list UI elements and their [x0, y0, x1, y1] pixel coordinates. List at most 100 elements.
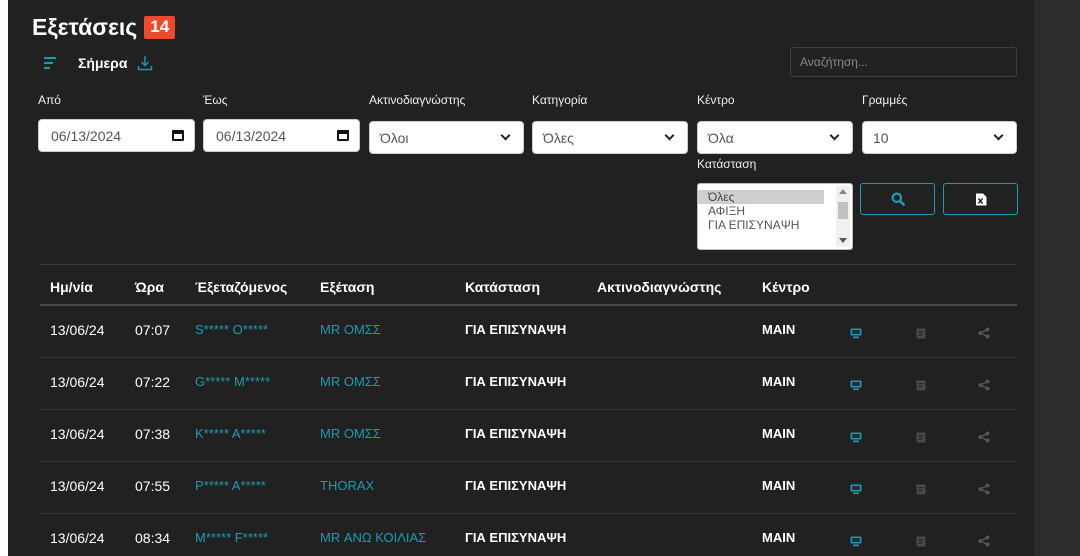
column-header-radiologist[interactable]: Ακτινοδιαγνώστης — [597, 279, 721, 295]
excel-export-button[interactable] — [943, 183, 1018, 215]
chevron-down-icon — [829, 130, 840, 141]
cell-status: ΓΙΑ ΕΠΙΣΥΝΑΨΗ — [465, 322, 567, 337]
today-label[interactable]: Σήμερα — [78, 55, 127, 71]
column-header-status[interactable]: Κατάσταση — [465, 279, 540, 295]
toolbar: Σήμερα — [44, 55, 153, 71]
rows-select-value: 10 — [873, 129, 889, 146]
cell-date: 13/06/24 — [50, 478, 105, 494]
column-header-time[interactable]: Ώρα — [135, 279, 164, 295]
report-document-icon[interactable] — [916, 534, 926, 552]
scroll-down-arrow-icon[interactable] — [839, 238, 847, 243]
search-button[interactable] — [860, 183, 935, 215]
filter-lines-icon[interactable] — [44, 56, 62, 70]
patient-link[interactable]: S***** O***** — [195, 322, 268, 337]
table-row: 13/06/24 07:22 G***** M***** MR ΟΜΣΣ ΓΙΑ ΕΠΙ… — [40, 358, 1017, 410]
scroll-thumb[interactable] — [838, 202, 848, 219]
category-select-value: Όλες — [543, 129, 574, 146]
report-document-icon[interactable] — [916, 430, 926, 448]
table-row: 13/06/24 07:38 K***** A***** MR ΟΜΣΣ ΓΙΑ ΕΠΙ… — [40, 410, 1017, 462]
category-select[interactable]: Όλες — [532, 121, 688, 154]
column-header-date[interactable]: Ημ/νία — [50, 279, 93, 295]
search-icon — [891, 192, 905, 206]
scroll-up-arrow-icon[interactable] — [839, 189, 847, 194]
patient-link[interactable]: M***** F***** — [195, 530, 268, 545]
cell-time: 07:38 — [135, 426, 171, 442]
cell-center: MAIN — [762, 478, 796, 493]
rows-select[interactable]: 10 — [862, 121, 1017, 154]
column-header-center[interactable]: Κέντρο — [762, 279, 810, 295]
status-listbox[interactable]: Όλες ΑΦΙΞΗ ΓΙΑ ΕΠΙΣΥΝΑΨΗ — [697, 183, 853, 250]
cell-center: MAIN — [762, 374, 796, 389]
chevron-down-icon — [664, 130, 675, 141]
patient-link[interactable]: P***** A***** — [195, 478, 266, 493]
cell-center: MAIN — [762, 322, 796, 337]
calendar-icon[interactable] — [337, 130, 349, 141]
report-document-icon[interactable] — [916, 482, 926, 500]
from-date-value: 06/13/2024 — [51, 127, 122, 144]
cell-date: 13/06/24 — [50, 374, 105, 390]
status-option-to-attach[interactable]: ΓΙΑ ΕΠΙΣΥΝΑΨΗ — [698, 218, 824, 232]
share-icon[interactable] — [978, 326, 990, 344]
monitor-icon[interactable] — [850, 326, 862, 344]
download-icon[interactable] — [137, 55, 153, 71]
monitor-icon[interactable] — [850, 430, 862, 448]
left-edge-strip — [0, 0, 8, 556]
cell-time: 07:55 — [135, 478, 171, 494]
cell-status: ΓΙΑ ΕΠΙΣΥΝΑΨΗ — [465, 478, 567, 493]
column-header-exam[interactable]: Εξέταση — [320, 279, 374, 295]
cell-center: MAIN — [762, 426, 796, 441]
table-top-divider — [40, 264, 1017, 265]
exam-link[interactable]: MR ΟΜΣΣ — [320, 426, 381, 441]
from-date-label: Από — [38, 93, 61, 107]
center-select-value: Όλα — [708, 129, 734, 146]
report-document-icon[interactable] — [916, 378, 926, 396]
exam-link[interactable]: MR ΑΝΩ ΚΟΙΛΙΑΣ — [320, 530, 426, 545]
center-label: Κέντρο — [697, 93, 735, 107]
exam-link[interactable]: MR ΟΜΣΣ — [320, 374, 381, 389]
cell-date: 13/06/24 — [50, 530, 105, 546]
status-option-all[interactable]: Όλες — [698, 190, 824, 204]
share-icon[interactable] — [978, 430, 990, 448]
chevron-down-icon — [500, 130, 511, 141]
patient-link[interactable]: G***** M***** — [195, 374, 270, 389]
center-select[interactable]: Όλα — [697, 121, 853, 154]
category-label: Κατηγορία — [532, 93, 588, 107]
share-icon[interactable] — [978, 378, 990, 396]
rows-label: Γραμμές — [862, 93, 908, 107]
table-row: 13/06/24 08:34 M***** F***** MR ΑΝΩ ΚΟΙΛΙΑΣ… — [40, 514, 1017, 556]
monitor-icon[interactable] — [850, 378, 862, 396]
monitor-icon[interactable] — [850, 482, 862, 500]
cell-status: ΓΙΑ ΕΠΙΣΥΝΑΨΗ — [465, 530, 567, 545]
cell-date: 13/06/24 — [50, 322, 105, 338]
exam-count-badge: 14 — [144, 16, 176, 39]
cell-time: 08:34 — [135, 530, 171, 546]
status-label: Κατάσταση — [697, 157, 757, 171]
exam-link[interactable]: THORAX — [320, 478, 374, 493]
cell-center: MAIN — [762, 530, 796, 545]
radiologist-select-value: Όλοι — [380, 129, 409, 146]
page-title: Εξετάσεις 14 — [32, 14, 176, 41]
exam-link[interactable]: MR ΟΜΣΣ — [320, 322, 381, 337]
cell-time: 07:07 — [135, 322, 171, 338]
table-row: 13/06/24 07:07 S***** O***** MR ΟΜΣΣ ΓΙΑ ΕΠΙ… — [40, 306, 1017, 358]
calendar-icon[interactable] — [172, 130, 184, 141]
patient-link[interactable]: K***** A***** — [195, 426, 266, 441]
search-input[interactable] — [790, 47, 1017, 77]
excel-export-icon — [975, 193, 986, 205]
table-row: 13/06/24 07:55 P***** A***** THORAX ΓΙΑ ΕΠΙΣ… — [40, 462, 1017, 514]
share-icon[interactable] — [978, 534, 990, 552]
to-date-value: 06/13/2024 — [216, 127, 287, 144]
from-date-field[interactable]: 06/13/2024 — [38, 119, 195, 152]
cell-status: ΓΙΑ ΕΠΙΣΥΝΑΨΗ — [465, 374, 567, 389]
right-margin — [1034, 0, 1080, 556]
column-header-patient[interactable]: Έξεταζόμενος — [195, 279, 287, 295]
status-option-arrival[interactable]: ΑΦΙΞΗ — [698, 204, 824, 218]
share-icon[interactable] — [978, 482, 990, 500]
chevron-down-icon — [993, 130, 1004, 141]
monitor-icon[interactable] — [850, 534, 862, 552]
report-document-icon[interactable] — [916, 326, 926, 344]
radiologist-select[interactable]: Όλοι — [369, 121, 524, 154]
page-title-text: Εξετάσεις — [32, 14, 138, 40]
to-date-field[interactable]: 06/13/2024 — [203, 119, 360, 152]
listbox-scrollbar[interactable] — [836, 186, 850, 247]
